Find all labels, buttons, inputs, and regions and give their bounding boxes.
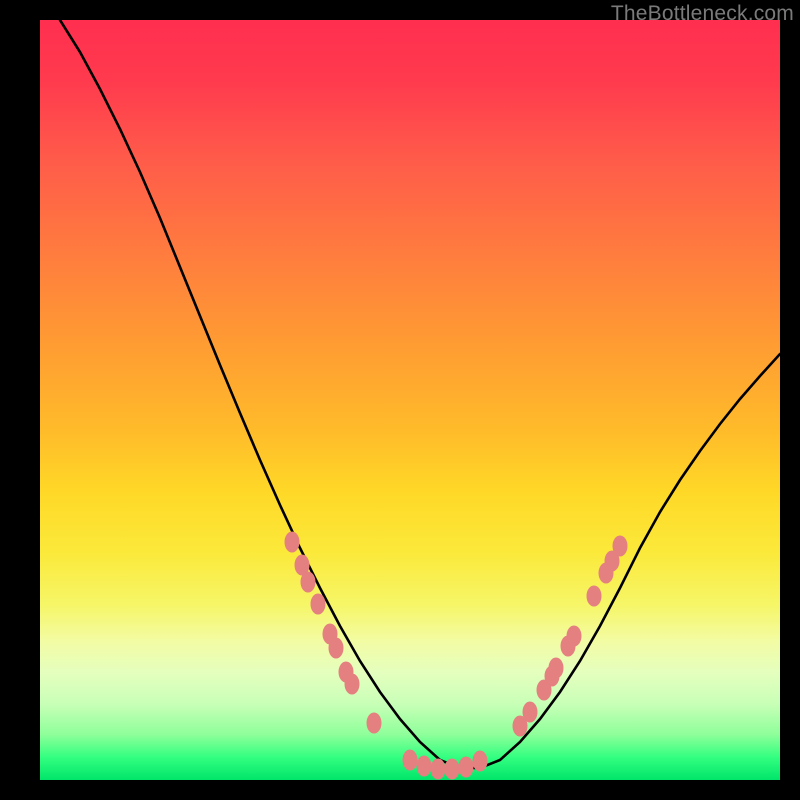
curve-markers — [285, 532, 627, 779]
curve-marker — [285, 532, 299, 552]
chart-svg — [40, 20, 780, 780]
curve-marker — [587, 586, 601, 606]
curve-marker — [445, 759, 459, 779]
curve-marker — [345, 674, 359, 694]
watermark-text: TheBottleneck.com — [611, 2, 794, 26]
curve-marker — [523, 702, 537, 722]
curve-marker — [549, 658, 563, 678]
curve-marker — [301, 572, 315, 592]
curve-marker — [403, 750, 417, 770]
outer-frame: TheBottleneck.com — [0, 0, 800, 800]
curve-marker — [431, 759, 445, 779]
curve-marker — [613, 536, 627, 556]
curve-marker — [417, 756, 431, 776]
curve-marker — [473, 751, 487, 771]
v-curve — [60, 20, 780, 768]
curve-marker — [459, 757, 473, 777]
curve-marker — [329, 638, 343, 658]
curve-marker — [367, 713, 381, 733]
plot-area — [40, 20, 780, 780]
curve-marker — [567, 626, 581, 646]
curve-marker — [311, 594, 325, 614]
